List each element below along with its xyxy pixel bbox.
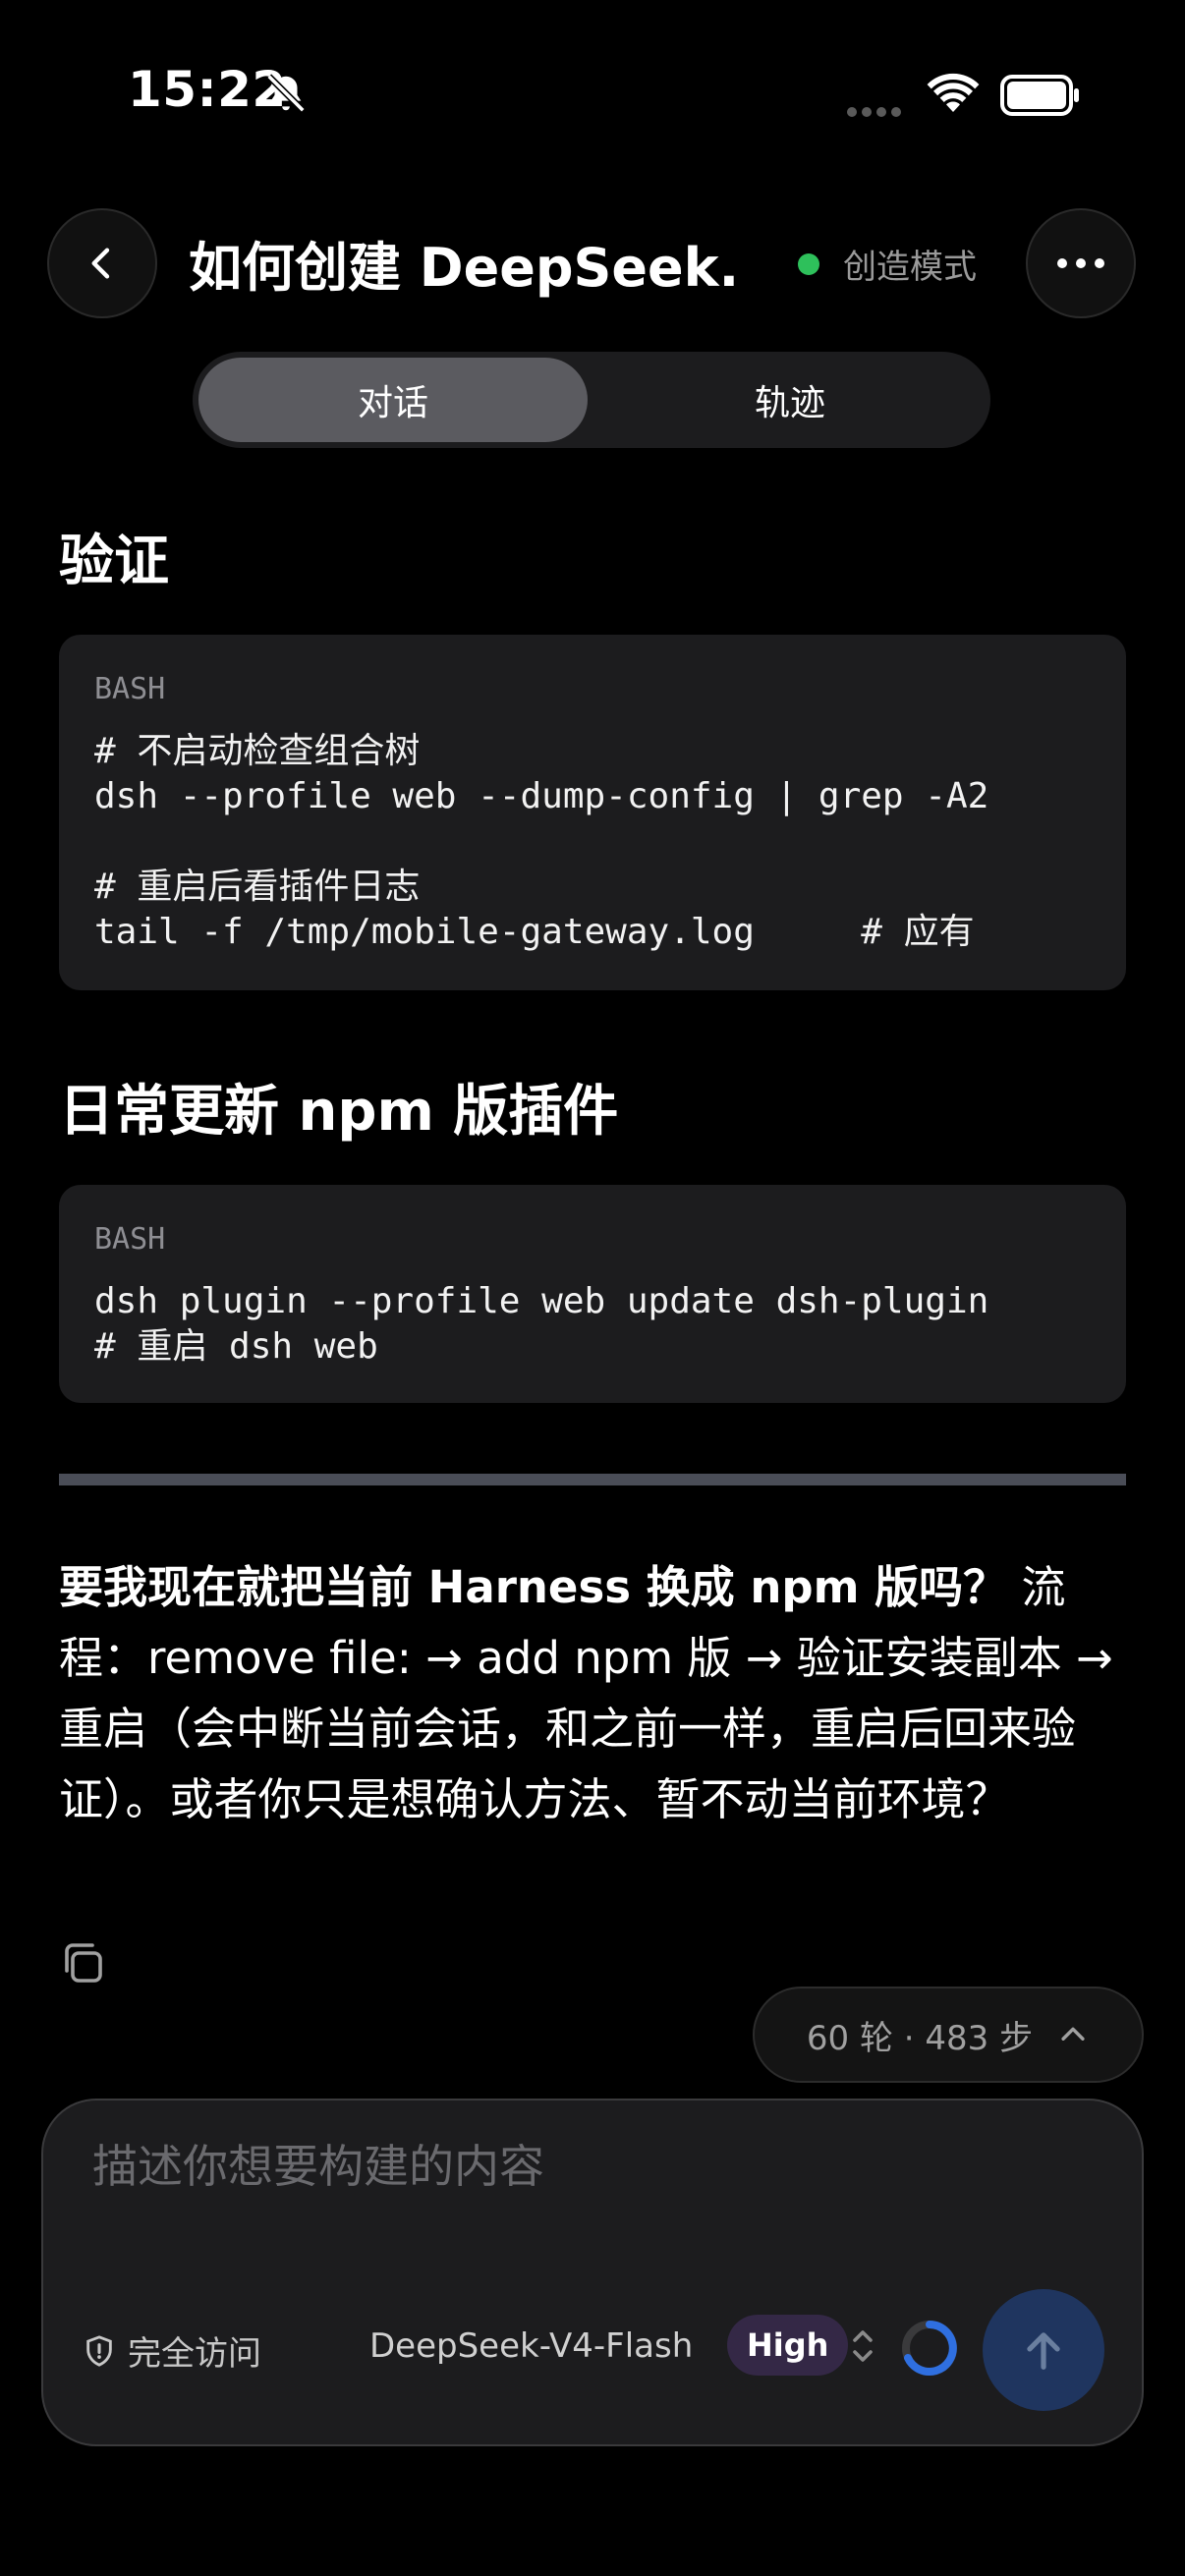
message-input[interactable] xyxy=(92,2140,977,2193)
mode-label: 创造模式 xyxy=(843,248,977,287)
more-options-button[interactable] xyxy=(1026,208,1136,318)
battery-icon xyxy=(1000,75,1079,116)
view-segmented-control: 对话 轨迹 xyxy=(193,352,990,448)
chevron-up-down-icon[interactable] xyxy=(849,2324,876,2368)
section-heading-verify: 验证 xyxy=(59,530,169,593)
wifi-icon xyxy=(927,73,980,112)
send-button[interactable] xyxy=(983,2289,1104,2411)
code-line: # 不启动检查组合树 xyxy=(94,731,421,771)
bell-muted-icon xyxy=(266,74,306,113)
code-line: # 重启 dsh web xyxy=(94,1326,378,1367)
shield-alert-icon xyxy=(86,2334,112,2367)
section-heading-update: 日常更新 npm 版插件 xyxy=(59,1080,619,1144)
chevron-up-icon xyxy=(1061,2027,1085,2041)
code-line: tail -f /tmp/mobile-gateway.log # 应有 xyxy=(94,912,975,952)
back-button[interactable] xyxy=(47,208,157,318)
status-dot-icon xyxy=(798,252,819,275)
model-selector[interactable]: DeepSeek-V4-Flash xyxy=(369,2326,693,2366)
effort-level-badge[interactable]: High xyxy=(727,2315,849,2376)
access-level-label: 完全访问 xyxy=(128,2334,261,2374)
context-usage-ring-icon xyxy=(902,2321,957,2376)
code-content: # 不启动检查组合树 dsh --profile web --dump-confi… xyxy=(94,729,988,955)
copy-icon[interactable] xyxy=(59,1939,106,1987)
steps-summary-label: 60 轮 · 483 步 xyxy=(806,2018,1034,2058)
code-language-label: BASH xyxy=(94,672,166,706)
code-block-verify[interactable]: BASH # 不启动检查组合树 dsh --profile web --dump-… xyxy=(59,635,1126,990)
steps-summary-pill[interactable]: 60 轮 · 483 步 xyxy=(753,1987,1144,2083)
code-block-update[interactable]: BASH dsh plugin --profile web update dsh… xyxy=(59,1185,1126,1403)
cellular-signal-icon xyxy=(847,102,906,121)
tab-trajectory[interactable]: 轨迹 xyxy=(595,358,985,442)
code-language-label: BASH xyxy=(94,1222,166,1257)
code-line: dsh plugin --profile web update dsh-plug… xyxy=(94,1281,989,1321)
question-bold-text: 要我现在就把当前 Harness 换成 npm 版吗？ xyxy=(59,1561,1008,1613)
status-bar: 15:22 xyxy=(0,0,1185,187)
more-dot-icon xyxy=(1076,258,1086,268)
tab-conversation[interactable]: 对话 xyxy=(198,358,588,442)
chevron-left-icon xyxy=(91,248,110,279)
code-line: # 重启后看插件日志 xyxy=(94,867,421,907)
code-content: dsh plugin --profile web update dsh-plug… xyxy=(94,1279,988,1370)
screen: 15:22 如何创建 DeepSeek... 创造模式 对话 轨迹 验证 BAS… xyxy=(0,0,1185,2576)
message-composer: 完全访问 DeepSeek-V4-Flash High xyxy=(41,2099,1144,2446)
access-level-button[interactable]: 完全访问 xyxy=(83,2326,261,2375)
conversation-title: 如何创建 DeepSeek... xyxy=(189,237,739,299)
horizontal-rule xyxy=(59,1474,1126,1485)
mode-indicator[interactable]: 创造模式 xyxy=(798,240,977,288)
code-line: dsh --profile web --dump-config | grep -… xyxy=(94,776,989,816)
assistant-question-paragraph: 要我现在就把当前 Harness 换成 npm 版吗？ 流程：remove fi… xyxy=(59,1552,1130,1835)
arrow-up-icon xyxy=(1027,2332,1060,2370)
more-dot-icon xyxy=(1057,258,1067,268)
more-dot-icon xyxy=(1095,258,1104,268)
